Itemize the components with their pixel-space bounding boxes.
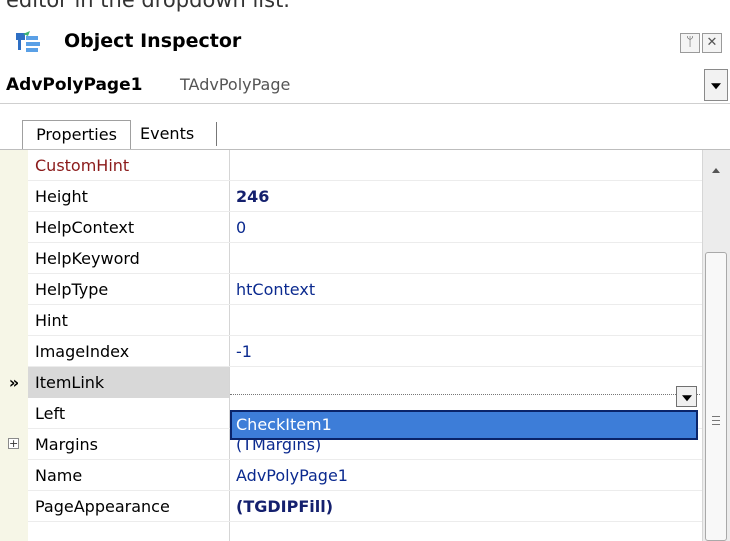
dropdown-option[interactable]: CheckItem1 <box>236 412 332 438</box>
property-row-helpkeyword[interactable]: HelpKeyword <box>0 243 702 274</box>
property-name: Name <box>35 466 83 485</box>
property-row-hint[interactable]: Hint <box>0 305 702 336</box>
tab-separator <box>216 122 217 146</box>
scrollbar-thumb[interactable] <box>705 252 727 541</box>
caption-text: editor in the dropdown list. <box>6 0 290 12</box>
property-row-itemlink[interactable]: » ItemLink <box>0 367 702 398</box>
property-row-height[interactable]: Height 246 <box>0 181 702 212</box>
pin-icon[interactable]: ᛘ <box>680 33 700 53</box>
property-name: HelpType <box>35 280 109 299</box>
window-title: Object Inspector <box>64 30 242 52</box>
tab-properties[interactable]: Properties <box>22 120 131 149</box>
component-type: TAdvPolyPage <box>180 75 291 94</box>
property-name: Margins <box>35 435 98 454</box>
property-value[interactable]: AdvPolyPage1 <box>236 460 348 491</box>
property-name: HelpKeyword <box>35 249 140 268</box>
property-row-helpcontext[interactable]: HelpContext 0 <box>0 212 702 243</box>
property-row-pageappearance[interactable]: PageAppearance (TGDIPFill) <box>0 491 702 522</box>
property-row-imageindex[interactable]: ImageIndex -1 <box>0 336 702 367</box>
page-caption: editor in the dropdown list. <box>0 0 730 20</box>
expand-icon[interactable]: + <box>8 438 19 449</box>
object-inspector-icon <box>14 30 46 54</box>
property-value[interactable]: (TGDIPFill) <box>236 491 333 522</box>
property-row-name[interactable]: Name AdvPolyPage1 <box>0 460 702 491</box>
property-name: Height <box>35 187 88 206</box>
close-icon[interactable]: ✕ <box>702 33 722 53</box>
property-row-helptype[interactable]: HelpType htContext <box>0 274 702 305</box>
property-row-customhint[interactable]: CustomHint <box>0 150 702 181</box>
row-divider <box>28 521 702 522</box>
property-name: ImageIndex <box>35 342 130 361</box>
property-value[interactable]: htContext <box>236 274 315 305</box>
component-name: AdvPolyPage1 <box>6 75 143 95</box>
current-row-marker-icon: » <box>8 373 20 392</box>
property-name: PageAppearance <box>35 497 170 516</box>
property-value[interactable]: 0 <box>236 212 246 243</box>
grip-icon <box>712 416 720 425</box>
property-name: HelpContext <box>35 218 135 237</box>
property-value[interactable]: 246 <box>236 181 269 212</box>
component-dropdown-button[interactable] <box>704 69 728 101</box>
tab-events[interactable]: Events <box>140 120 194 149</box>
property-value[interactable]: -1 <box>236 336 252 367</box>
property-name: Hint <box>35 311 68 330</box>
itemlink-dropdown-list: CheckItem1 <box>230 410 698 440</box>
chevron-down-icon <box>711 83 721 90</box>
property-value-editor[interactable] <box>230 371 700 395</box>
scroll-up-icon[interactable] <box>712 168 720 173</box>
property-name: Left <box>35 404 66 423</box>
property-name: ItemLink <box>35 373 105 392</box>
property-name: CustomHint <box>35 156 130 175</box>
